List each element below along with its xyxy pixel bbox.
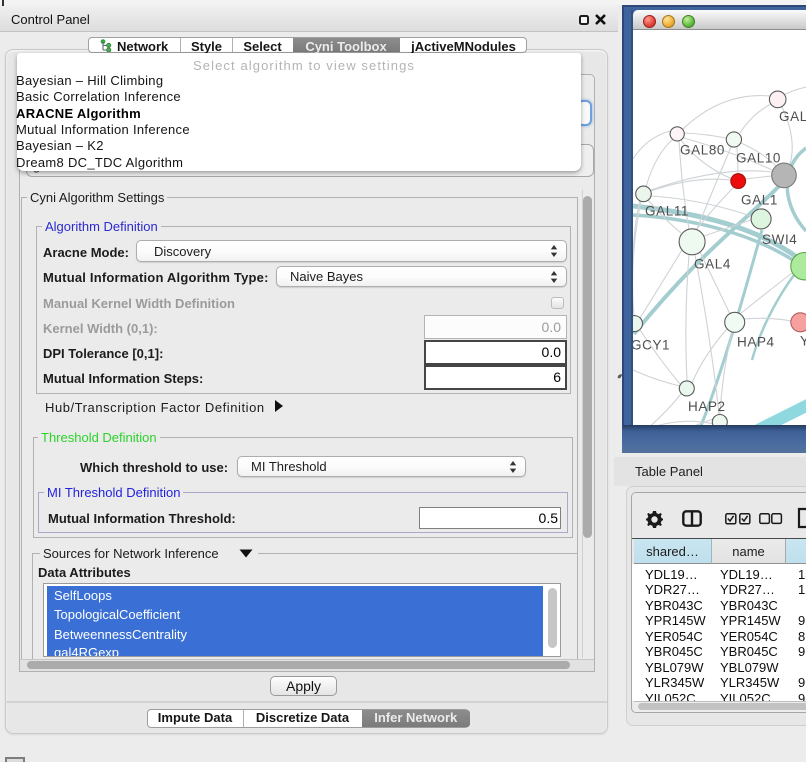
svg-text:GCY1: GCY1	[633, 338, 670, 353]
svg-text:GAL10: GAL10	[736, 151, 781, 166]
svg-text:HAP4: HAP4	[737, 335, 775, 350]
svg-text:GAL1: GAL1	[741, 193, 778, 208]
svg-text:GAL4: GAL4	[694, 257, 731, 272]
svg-text:GAL11: GAL11	[645, 204, 689, 219]
svg-text:GAL80: GAL80	[680, 143, 725, 158]
svg-text:YM: YM	[800, 334, 806, 349]
svg-text:HAP2: HAP2	[688, 399, 726, 414]
svg-text:SWI4: SWI4	[762, 232, 797, 247]
svg-text:GAL7: GAL7	[779, 109, 806, 124]
